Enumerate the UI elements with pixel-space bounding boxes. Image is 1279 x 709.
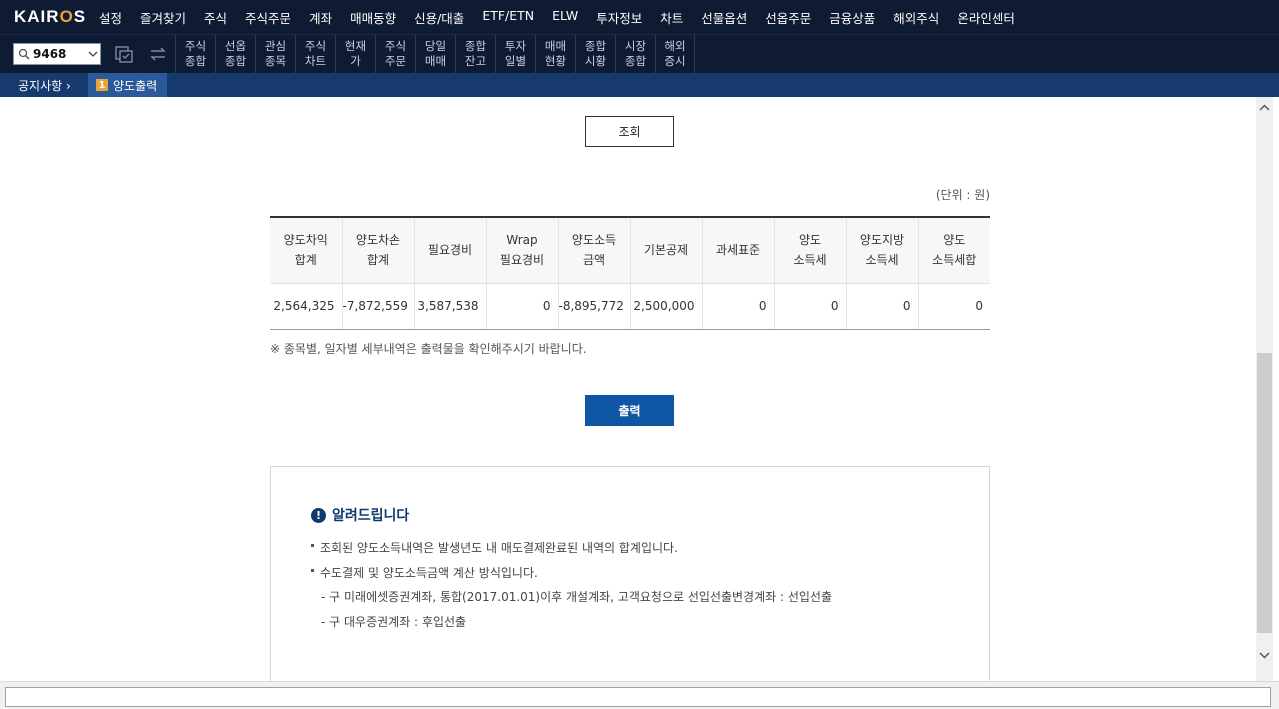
table-cell: 0 [846,282,919,330]
notice-line: 수도결제 및 양도소득금액 계산 방식입니다. [311,564,538,581]
vertical-scrollbar[interactable] [1256,97,1273,681]
menu-item[interactable]: 투자정보 [587,8,651,27]
table-row: 2,564,325 -7,872,559 3,587,538 0 -8,895,772 2… [270,282,990,330]
copy-window-icon[interactable] [113,43,135,65]
table-cell: 0 [918,282,990,330]
menu-item[interactable]: 차트 [651,8,692,27]
scroll-up-icon[interactable] [1256,99,1273,116]
quick-menu-button[interactable]: 종합 시황 [575,34,615,74]
alert-icon: ! [311,507,326,523]
scroll-down-icon[interactable] [1256,647,1273,664]
unit-label: (단위 : 원) [935,188,990,202]
tab-transfer-print-label: 양도출력 [113,78,158,93]
quick-menu-button[interactable]: 종합 잔고 [455,34,495,74]
table-cell: 0 [702,282,775,330]
tab-notice-label: 공지사항 [18,78,63,93]
table-cell: 0 [774,282,847,330]
table-header-cell: 양도차손 합계 [342,216,415,283]
bullet-icon [311,569,314,572]
menu-item[interactable]: 즐겨찾기 [131,8,195,27]
menu-item[interactable]: 선물옵션 [692,8,756,27]
menu-item[interactable]: 신용/대출 [405,8,473,27]
chevron-down-icon [88,51,98,57]
tab-transfer-print[interactable]: 1 양도출력 [88,73,168,97]
print-button[interactable]: 출력 [585,395,674,426]
menu-item[interactable]: ELW [543,8,587,27]
status-bar [0,681,1279,709]
notice-box: ! 알려드립니다 조회된 양도소득내역은 발생년도 내 매도결제완료된 내역의 … [270,466,990,686]
tab-number-badge: 1 [96,79,108,91]
table-header-row: 양도차익 합계 양도차손 합계 필요경비 Wrap 필요경비 양도소득 금액 기본공제 과세표준 양도… [270,216,990,283]
detail-note: ※ 종목별, 일자별 세부내역은 출력물을 확인해주시기 바랍니다. [270,342,587,356]
table-cell: -7,872,559 [342,282,415,330]
table-header-cell: 기본공제 [630,216,703,283]
table-cell: 2,500,000 [630,282,703,330]
search-button[interactable]: 조회 [585,116,674,147]
quick-menu-button[interactable]: 관심 종목 [255,34,295,74]
table-cell: -8,895,772 [558,282,631,330]
menu-item[interactable]: 해외주식 [884,8,948,27]
notice-line: - 구 미래에셋증권계좌, 통합(2017.01.01)이후 개설계좌, 고객요… [321,590,832,604]
capital-gains-table: 양도차익 합계 양도차손 합계 필요경비 Wrap 필요경비 양도소득 금액 기본공제 과세표준 양도… [270,216,990,330]
table-header-cell: 양도지방 소득세 [846,216,919,283]
menu-item[interactable]: 설정 [90,8,131,27]
notice-line: - 구 대우증권계좌 : 후입선출 [321,615,467,629]
quick-menu-button[interactable]: 선옵 종합 [215,34,255,74]
notice-title-text: 알려드립니다 [332,508,410,524]
quick-menu-button[interactable]: 주식 주문 [375,34,415,74]
swap-icon[interactable] [147,43,169,65]
menu-item[interactable]: 금융상품 [820,8,884,27]
quick-menu-button[interactable]: 현재 가 [335,34,375,74]
quick-menu-button[interactable]: 주식 차트 [295,34,335,74]
table-header-cell: Wrap 필요경비 [486,216,559,283]
quick-menu-button[interactable]: 투자 일별 [495,34,535,74]
top-menu-bar: KAIROS 설정 즐겨찾기 주식 주식주문 계좌 매매동향 신용/대출 ETF/ETN ELW… [0,0,1279,34]
menu-item[interactable]: ETF/ETN [473,8,543,27]
table-header-cell: 필요경비 [414,216,487,283]
main-menu: 설정 즐겨찾기 주식 주식주문 계좌 매매동향 신용/대출 ETF/ETN ELW 투자정보 차트 선… [90,8,1024,27]
menu-item[interactable]: 온라인센터 [948,8,1024,27]
menu-item[interactable]: 선옵주문 [756,8,820,27]
table-cell: 0 [486,282,559,330]
tab-notice[interactable]: 공지사항 › [0,77,88,94]
quick-menu-button[interactable]: 매매 현황 [535,34,575,74]
bullet-icon [311,544,314,547]
toolbar: 9468 주식 종합 선옵 종합 관심 종목 주식 차트 현재 가 주식 주문 당일 매매 종합 잔고 투자 일별… [0,34,1279,74]
table-header-cell: 양도소득 금액 [558,216,631,283]
table-cell: 2,564,325 [270,282,343,330]
notice-line: 조회된 양도소득내역은 발생년도 내 매도결제완료된 내역의 합계입니다. [311,539,678,556]
search-icon [18,48,30,60]
kairos-logo: KAIROS [14,7,87,26]
table-cell: 3,587,538 [414,282,487,330]
menu-item[interactable]: 계좌 [300,8,341,27]
stock-code-value: 9468 [33,47,67,61]
menu-item[interactable]: 매매동향 [341,8,405,27]
menu-item[interactable]: 주식 [195,8,236,27]
table-header-cell: 양도 소득세합 [918,216,990,283]
quick-menu-button[interactable]: 시장 종합 [615,34,655,74]
quick-menu-button[interactable]: 당일 매매 [415,34,455,74]
stock-code-select[interactable]: 9468 [13,43,101,65]
content-area: 조회 (단위 : 원) 양도차익 합계 양도차손 합계 필요경비 Wrap 필요경비 양도소득… [0,97,1256,686]
quick-menu-button[interactable]: 주식 종합 [175,34,215,74]
tab-bar: 공지사항 › 1 양도출력 [0,73,1279,97]
scroll-thumb[interactable] [1257,353,1272,633]
table-header-cell: 양도차익 합계 [270,216,343,283]
table-header-cell: 과세표준 [702,216,775,283]
quick-menu: 주식 종합 선옵 종합 관심 종목 주식 차트 현재 가 주식 주문 당일 매매 종합 잔고 투자 일별 매매 현황 종… [175,34,695,74]
status-message-field [5,687,1271,707]
table-header-cell: 양도 소득세 [774,216,847,283]
quick-menu-button[interactable]: 해외 증시 [655,34,695,74]
chevron-right-icon: › [66,78,71,93]
notice-title: ! 알려드립니다 [311,505,409,525]
menu-item[interactable]: 주식주문 [236,8,300,27]
